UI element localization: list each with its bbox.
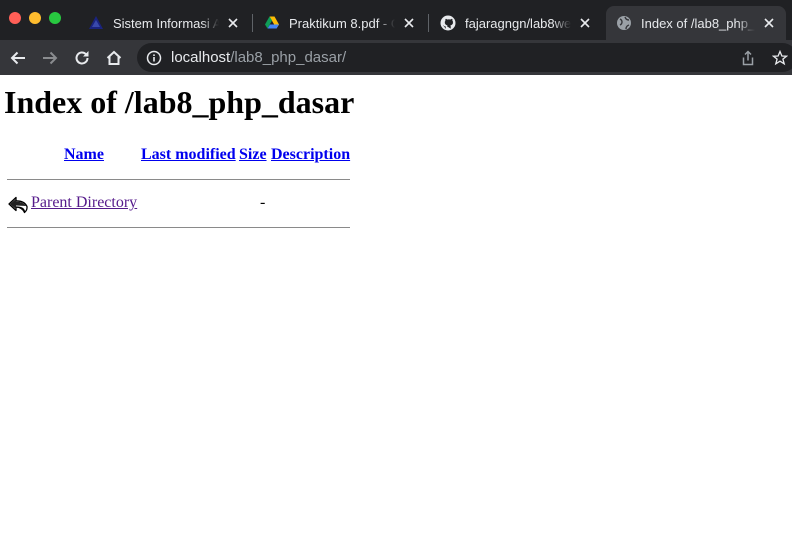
tab-title: Index of /lab8_php_dasar [641, 15, 755, 31]
close-icon[interactable] [761, 15, 777, 31]
page-content: Index of /lab8_php_dasar Name Last modif… [0, 75, 792, 542]
tab-separator [428, 14, 429, 32]
close-icon[interactable] [225, 15, 241, 31]
reload-icon[interactable] [71, 47, 93, 69]
minimize-window-button[interactable] [29, 12, 41, 24]
close-window-button[interactable] [9, 12, 21, 24]
divider [7, 227, 350, 228]
page-title: Index of /lab8_php_dasar [4, 84, 355, 120]
share-icon[interactable] [740, 50, 756, 66]
google-drive-icon [264, 15, 280, 31]
tab-title: Praktikum 8.pdf - Google Drive [289, 15, 395, 31]
column-header-description[interactable]: Description [271, 146, 350, 164]
home-icon[interactable] [103, 47, 125, 69]
tab-separator [252, 14, 253, 32]
url-path: /lab8_php_dasar/ [230, 49, 347, 66]
divider [7, 179, 350, 180]
maximize-window-button[interactable] [49, 12, 61, 24]
size-value: - [260, 194, 266, 211]
academic-icon [88, 15, 104, 31]
tab-github-lab8web[interactable]: fajaragngn/lab8web [430, 6, 602, 40]
back-arrow-icon [7, 193, 29, 215]
browser-toolbar: localhost/lab8_php_dasar/ [0, 40, 792, 75]
close-icon[interactable] [577, 15, 593, 31]
forward-icon[interactable] [39, 47, 61, 69]
close-icon[interactable] [401, 15, 417, 31]
bookmark-star-icon[interactable] [771, 49, 789, 66]
url-host: localhost [171, 49, 231, 66]
column-header-last-modified[interactable]: Last modified [141, 146, 236, 164]
tab-title: Sistem Informasi Akademik [113, 15, 219, 31]
parent-directory-link[interactable]: Parent Directory [31, 194, 137, 212]
info-icon[interactable] [146, 50, 162, 66]
column-header-name[interactable]: Name [64, 146, 104, 164]
tab-praktikum-pdf[interactable]: Praktikum 8.pdf - Google Drive [254, 6, 426, 40]
tab-strip: Sistem Informasi Akademik Praktikum 8.pd… [0, 0, 792, 40]
back-icon[interactable] [7, 47, 29, 69]
github-icon [440, 15, 456, 31]
tab-title: fajaragngn/lab8web [465, 15, 571, 31]
tab-sistem-informasi[interactable]: Sistem Informasi Akademik [78, 6, 250, 40]
column-header-size[interactable]: Size [239, 146, 267, 164]
address-bar[interactable]: localhost/lab8_php_dasar/ [137, 43, 792, 72]
tab-index-lab8[interactable]: Index of /lab8_php_dasar [606, 6, 786, 40]
globe-icon [616, 15, 632, 31]
